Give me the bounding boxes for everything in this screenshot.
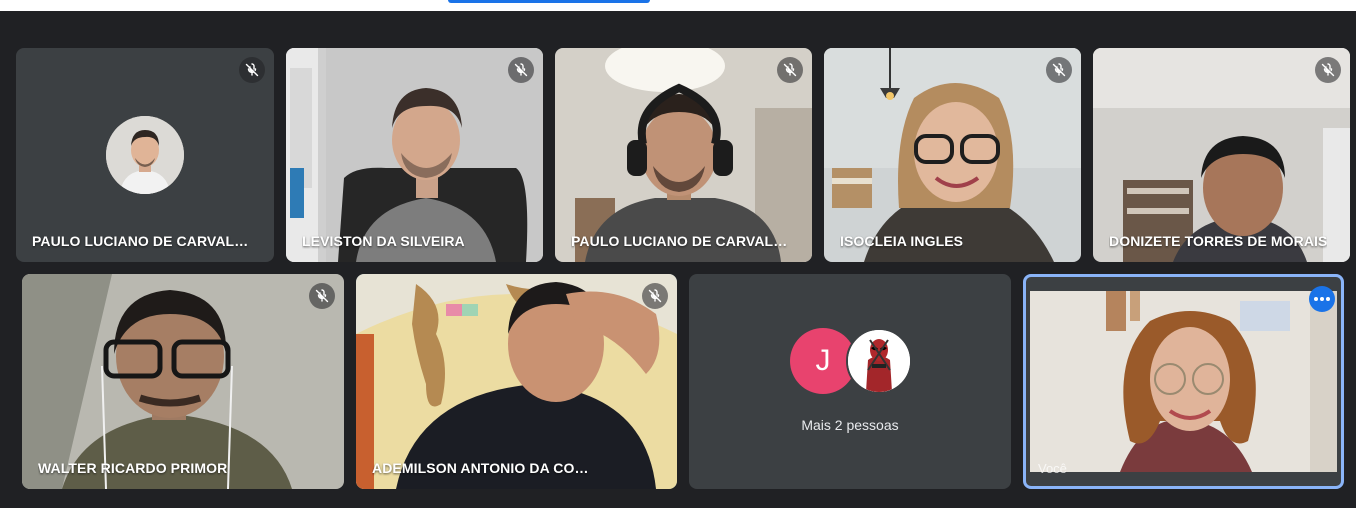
participant-tile[interactable]: ISOCLEIA INGLES bbox=[824, 48, 1081, 262]
participant-tile[interactable]: LEVISTON DA SILVEIRA bbox=[286, 48, 543, 262]
participant-video bbox=[824, 48, 1081, 262]
self-view-tile[interactable]: Você bbox=[1023, 274, 1344, 489]
participant-name: LEVISTON DA SILVEIRA bbox=[302, 233, 465, 249]
participant-video bbox=[22, 274, 344, 489]
participant-name: PAULO LUCIANO DE CARVALH... bbox=[32, 233, 252, 249]
participant-name: PAULO LUCIANO DE CARVALH... bbox=[571, 233, 791, 249]
more-options-icon[interactable] bbox=[1309, 286, 1335, 312]
participant-name: DONIZETE TORRES DE MORAIS bbox=[1109, 233, 1328, 249]
self-video bbox=[1030, 291, 1337, 472]
more-participants-label: Mais 2 pessoas bbox=[801, 417, 899, 433]
mic-off-icon bbox=[239, 57, 265, 83]
mic-off-icon bbox=[777, 57, 803, 83]
mic-off-icon bbox=[642, 283, 668, 309]
participant-tile[interactable]: ADEMILSON ANTONIO DA COSTA bbox=[356, 274, 677, 489]
participant-avatar bbox=[106, 116, 184, 194]
participant-video bbox=[1093, 48, 1350, 262]
participant-tile[interactable]: PAULO LUCIANO DE CARVALH... bbox=[16, 48, 274, 262]
mic-off-icon bbox=[1315, 57, 1341, 83]
self-label: Você bbox=[1038, 461, 1067, 476]
mic-off-icon bbox=[508, 57, 534, 83]
mic-off-icon bbox=[1046, 57, 1072, 83]
participant-tile[interactable]: PAULO LUCIANO DE CARVALH... bbox=[555, 48, 812, 262]
participant-video bbox=[286, 48, 543, 262]
deadpool-avatar-icon bbox=[846, 328, 912, 394]
participant-tile[interactable]: DONIZETE TORRES DE MORAIS bbox=[1093, 48, 1350, 262]
more-participants-tile[interactable]: J Mais 2 pessoas bbox=[689, 274, 1011, 489]
mic-off-icon bbox=[309, 283, 335, 309]
participant-video bbox=[356, 274, 677, 489]
participant-tile[interactable]: WALTER RICARDO PRIMOR bbox=[22, 274, 344, 489]
participant-video bbox=[555, 48, 812, 262]
participant-name: ISOCLEIA INGLES bbox=[840, 233, 964, 249]
participant-name: WALTER RICARDO PRIMOR bbox=[38, 460, 228, 476]
active-tab-indicator bbox=[448, 0, 650, 3]
browser-top-bar bbox=[0, 0, 1356, 11]
participant-name: ADEMILSON ANTONIO DA COSTA bbox=[372, 460, 592, 476]
